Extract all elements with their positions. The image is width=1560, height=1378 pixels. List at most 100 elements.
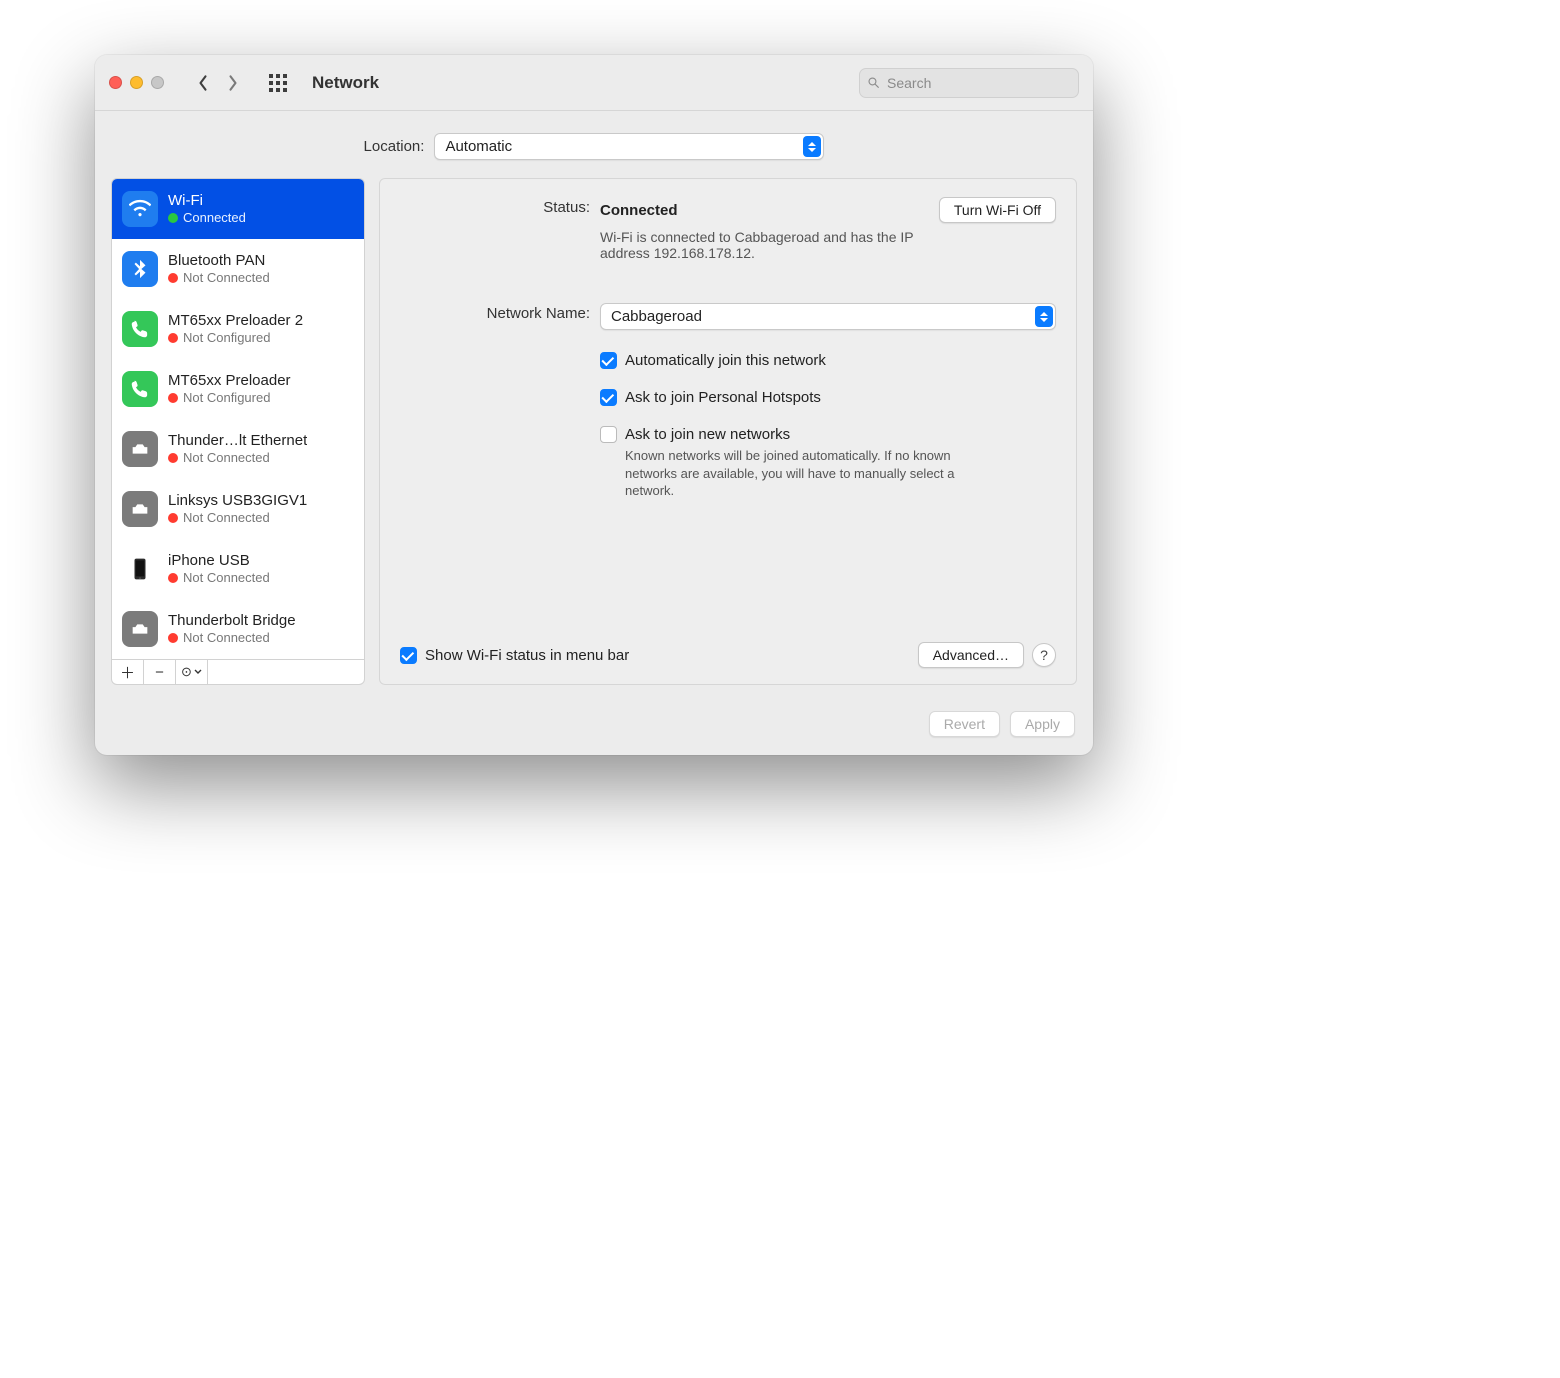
- interface-status: Not Connected: [168, 450, 307, 465]
- network-name-label: Network Name:: [400, 303, 600, 322]
- panel-footer: Show Wi-Fi status in menu bar Advanced… …: [400, 642, 1056, 668]
- chevron-left-icon: [198, 74, 208, 92]
- auto-join-label: Automatically join this network: [625, 352, 826, 369]
- phone-icon: [122, 371, 158, 407]
- popup-stepper-icon: [803, 136, 821, 157]
- interface-actions-button[interactable]: ⊙: [176, 660, 208, 684]
- ask-new-label: Ask to join new networks: [625, 426, 975, 443]
- interface-name: Bluetooth PAN: [168, 252, 270, 269]
- location-value: Automatic: [445, 138, 512, 155]
- network-name-row: Network Name: Cabbageroad Automatically …: [400, 303, 1056, 500]
- minimize-window-button[interactable]: [130, 76, 143, 89]
- phone-icon: [122, 311, 158, 347]
- status-value: Connected: [600, 202, 678, 219]
- chevron-down-icon: [194, 669, 202, 675]
- iphone-icon: [122, 551, 158, 587]
- network-name-popup[interactable]: Cabbageroad: [600, 303, 1056, 330]
- interface-status: Not Configured: [168, 390, 291, 405]
- ethernet-icon: [122, 431, 158, 467]
- ask-hotspot-checkbox[interactable]: [600, 389, 617, 406]
- add-interface-button[interactable]: ＋: [112, 660, 144, 684]
- show-menubar-checkbox-row[interactable]: Show Wi-Fi status in menu bar: [400, 647, 629, 664]
- status-dot-icon: [168, 333, 178, 343]
- status-row: Status: Connected Turn Wi-Fi Off Wi-Fi i…: [400, 197, 1056, 261]
- main-content: Wi-FiConnectedBluetooth PANNot Connected…: [95, 178, 1093, 701]
- interface-status: Not Connected: [168, 570, 270, 585]
- zoom-window-button[interactable]: [151, 76, 164, 89]
- search-icon: [868, 75, 879, 90]
- apply-button: Apply: [1010, 711, 1075, 737]
- auto-join-checkbox[interactable]: [600, 352, 617, 369]
- interface-name: iPhone USB: [168, 552, 270, 569]
- sidebar-item-linksys-usb3gigv1[interactable]: Linksys USB3GIGV1Not Connected: [112, 479, 364, 539]
- wifi-icon: [122, 191, 158, 227]
- interface-name: MT65xx Preloader: [168, 372, 291, 389]
- help-button[interactable]: ?: [1032, 643, 1056, 667]
- sidebar-item-mt65xx-preloader-2[interactable]: MT65xx Preloader 2Not Configured: [112, 299, 364, 359]
- grid-icon: [269, 74, 287, 92]
- sidebar-footer-spacer: [208, 660, 364, 684]
- status-dot-icon: [168, 213, 178, 223]
- status-dot-icon: [168, 573, 178, 583]
- window-controls: [109, 76, 164, 89]
- interface-name: MT65xx Preloader 2: [168, 312, 303, 329]
- status-dot-icon: [168, 513, 178, 523]
- advanced-button[interactable]: Advanced…: [918, 642, 1024, 668]
- sidebar-item-wi-fi[interactable]: Wi-FiConnected: [112, 179, 364, 239]
- window-title: Network: [312, 73, 379, 93]
- bluetooth-icon: [122, 251, 158, 287]
- ask-new-checkbox-row[interactable]: Ask to join new networks Known networks …: [600, 426, 1056, 500]
- detail-panel: Status: Connected Turn Wi-Fi Off Wi-Fi i…: [379, 178, 1077, 685]
- interface-name: Linksys USB3GIGV1: [168, 492, 307, 509]
- interface-status: Not Connected: [168, 270, 270, 285]
- sidebar-footer-toolbar: ＋ − ⊙: [111, 659, 365, 685]
- status-dot-icon: [168, 393, 178, 403]
- network-name-value: Cabbageroad: [611, 308, 702, 325]
- revert-button: Revert: [929, 711, 1000, 737]
- interface-status: Not Connected: [168, 510, 307, 525]
- forward-button: [222, 69, 244, 97]
- location-label: Location:: [364, 138, 425, 155]
- show-menubar-label: Show Wi-Fi status in menu bar: [425, 647, 629, 664]
- ask-new-help: Known networks will be joined automatica…: [625, 447, 975, 500]
- show-all-button[interactable]: [264, 69, 292, 97]
- interfaces-list[interactable]: Wi-FiConnectedBluetooth PANNot Connected…: [111, 178, 365, 659]
- search-input[interactable]: [885, 74, 1070, 92]
- sidebar-item-thunder-lt-ethernet[interactable]: Thunder…lt EthernetNot Connected: [112, 419, 364, 479]
- status-dot-icon: [168, 273, 178, 283]
- status-dot-icon: [168, 633, 178, 643]
- window-footer-buttons: Revert Apply: [95, 701, 1093, 755]
- sidebar-item-iphone-usb[interactable]: iPhone USBNot Connected: [112, 539, 364, 599]
- interface-status: Connected: [168, 210, 246, 225]
- status-dot-icon: [168, 453, 178, 463]
- location-popup[interactable]: Automatic: [434, 133, 824, 160]
- status-label: Status:: [400, 197, 600, 216]
- sidebar-item-mt65xx-preloader[interactable]: MT65xx PreloaderNot Configured: [112, 359, 364, 419]
- back-button[interactable]: [192, 69, 214, 97]
- popup-stepper-icon: [1035, 306, 1053, 327]
- chevron-right-icon: [228, 74, 238, 92]
- interface-status: Not Configured: [168, 330, 303, 345]
- network-preferences-window: Network Location: Automatic Wi-FiConnect…: [95, 55, 1093, 755]
- turn-wifi-off-button[interactable]: Turn Wi-Fi Off: [939, 197, 1056, 223]
- interface-name: Wi-Fi: [168, 192, 246, 209]
- sidebar-item-thunderbolt-bridge[interactable]: Thunderbolt BridgeNot Connected: [112, 599, 364, 659]
- ask-hotspot-label: Ask to join Personal Hotspots: [625, 389, 821, 406]
- ask-hotspot-checkbox-row[interactable]: Ask to join Personal Hotspots: [600, 389, 1056, 406]
- interface-name: Thunderbolt Bridge: [168, 612, 296, 629]
- sidebar-item-bluetooth-pan[interactable]: Bluetooth PANNot Connected: [112, 239, 364, 299]
- search-field[interactable]: [859, 68, 1079, 98]
- location-row: Location: Automatic: [95, 111, 1093, 178]
- interface-name: Thunder…lt Ethernet: [168, 432, 307, 449]
- auto-join-checkbox-row[interactable]: Automatically join this network: [600, 352, 1056, 369]
- remove-interface-button[interactable]: −: [144, 660, 176, 684]
- ethernet-icon: [122, 611, 158, 647]
- gear-dropdown-icon: ⊙: [181, 664, 192, 680]
- interfaces-sidebar: Wi-FiConnectedBluetooth PANNot Connected…: [111, 178, 365, 685]
- titlebar: Network: [95, 55, 1093, 111]
- show-menubar-checkbox[interactable]: [400, 647, 417, 664]
- ask-new-checkbox[interactable]: [600, 426, 617, 443]
- ethernet-icon: [122, 491, 158, 527]
- interface-status: Not Connected: [168, 630, 296, 645]
- close-window-button[interactable]: [109, 76, 122, 89]
